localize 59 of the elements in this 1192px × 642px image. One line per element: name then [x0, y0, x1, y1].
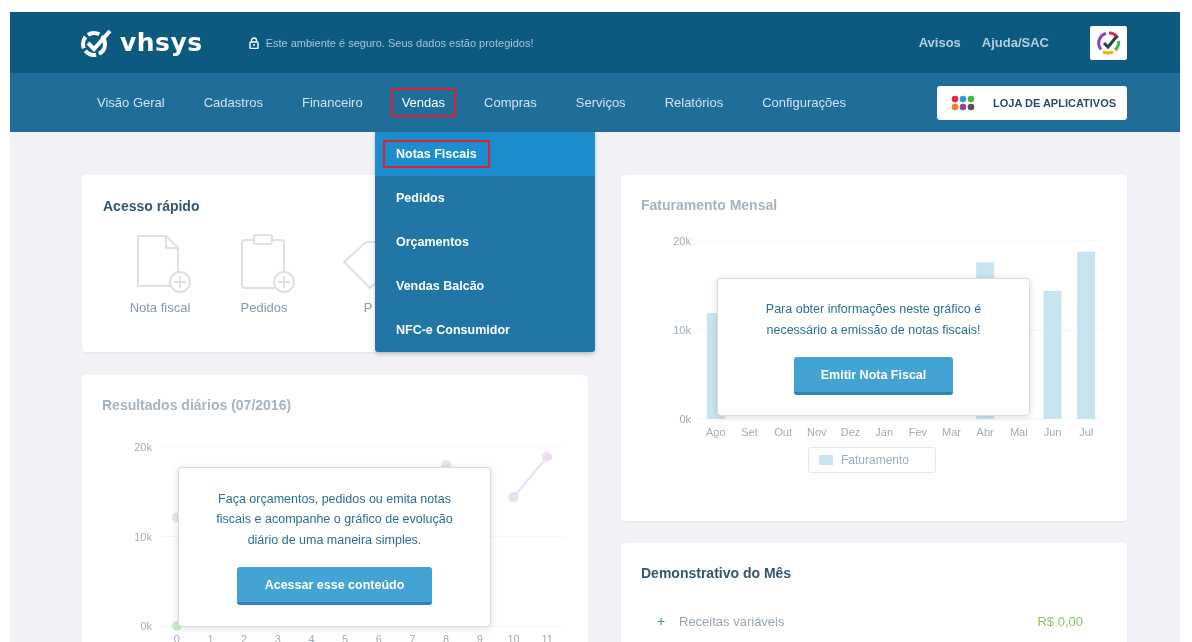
brand-name: vhsys — [120, 28, 203, 57]
logo-icon — [80, 27, 114, 58]
lock-icon — [248, 36, 259, 49]
header-link[interactable]: Avisos — [918, 35, 961, 50]
menu-item[interactable]: Vendas Balcão — [375, 264, 595, 308]
menu-item[interactable]: NFC-e Consumidor — [375, 308, 595, 352]
header-link[interactable]: Ajuda/SAC — [981, 35, 1049, 50]
card-title: Acesso rápido — [103, 198, 201, 214]
nav-tab[interactable]: Relatórios — [653, 88, 735, 117]
axis-label: Fev — [908, 426, 927, 438]
issue-invoice-button[interactable]: Emitir Nota Fiscal — [794, 357, 953, 396]
security-notice: Este ambiente é seguro. Seus dados estão protegidos! — [265, 36, 534, 49]
axis-label: Mar — [942, 426, 961, 438]
axis-label: 20k — [134, 441, 152, 453]
account-button[interactable] — [1090, 25, 1127, 60]
axis-label: 20k — [673, 235, 691, 247]
nav-tab[interactable]: Financeiro — [290, 88, 374, 117]
checkmark-ring-icon — [1096, 30, 1121, 55]
axis-label: Nov — [807, 426, 827, 438]
axis-label: Jun — [1043, 426, 1062, 438]
menu-item[interactable]: Pedidos — [375, 176, 595, 220]
axis-label: Jan — [875, 426, 894, 438]
nav-tab[interactable]: Compras — [473, 88, 548, 117]
popup-message: Faça orçamentos, pedidos ou emita notas fiscais e acompanhe o gráfico de evolução diário de uma maneira simples. — [215, 490, 454, 549]
card-title: Faturamento Mensal — [641, 197, 779, 213]
card-title: Demonstrativo do Mês — [641, 565, 793, 581]
nav-tab[interactable]: Serviços — [564, 88, 637, 117]
axis-label: Jul — [1079, 426, 1094, 438]
legend-swatch — [819, 455, 833, 465]
expand-toggle[interactable]: + — [657, 613, 679, 629]
axis-label: Mai — [1009, 426, 1028, 438]
shortcut-label[interactable]: Pedidos — [240, 300, 288, 315]
app-store-button[interactable]: LOJA DE APLICATIVOS — [937, 85, 1127, 120]
nav-tab[interactable]: Cadastros — [192, 88, 274, 117]
access-content-button[interactable]: Acessar esse conteúdo — [237, 567, 432, 606]
axis-label: 10k — [673, 324, 691, 336]
axis-label: Out — [774, 426, 793, 438]
menu-item[interactable]: Orçamentos — [375, 220, 595, 264]
axis-label: Dez — [840, 426, 861, 438]
axis-label: Set — [741, 426, 758, 438]
nav-tab[interactable]: Configurações — [751, 88, 857, 117]
shortcut-label[interactable]: Nota fiscal — [129, 300, 191, 315]
axis-label: 0k — [679, 413, 691, 425]
nav-tab[interactable]: Visão Geral — [86, 88, 176, 117]
axis-label: Ago — [706, 426, 726, 438]
popup-message: Para obter informações neste gráfico é necessário a emissão de notas fiscais! — [764, 300, 983, 339]
axis-label: Abr — [976, 426, 994, 438]
row-label: Receitas variáveis — [679, 613, 785, 629]
shortcut-label[interactable]: P — [363, 300, 373, 315]
axis-label: 0k — [140, 620, 152, 632]
legend-label: Faturamento — [841, 453, 910, 467]
grid-dots-icon — [951, 94, 975, 111]
menu-item[interactable]: Notas Fiscais — [375, 132, 595, 176]
row-value: R$ 0,00 — [1037, 613, 1083, 629]
axis-label: 10k — [134, 530, 152, 543]
nav-tab[interactable]: Vendas — [390, 88, 456, 117]
card-title: Resultados diários (07/2016) — [102, 397, 293, 413]
data-point — [508, 492, 519, 503]
data-point — [542, 451, 553, 462]
